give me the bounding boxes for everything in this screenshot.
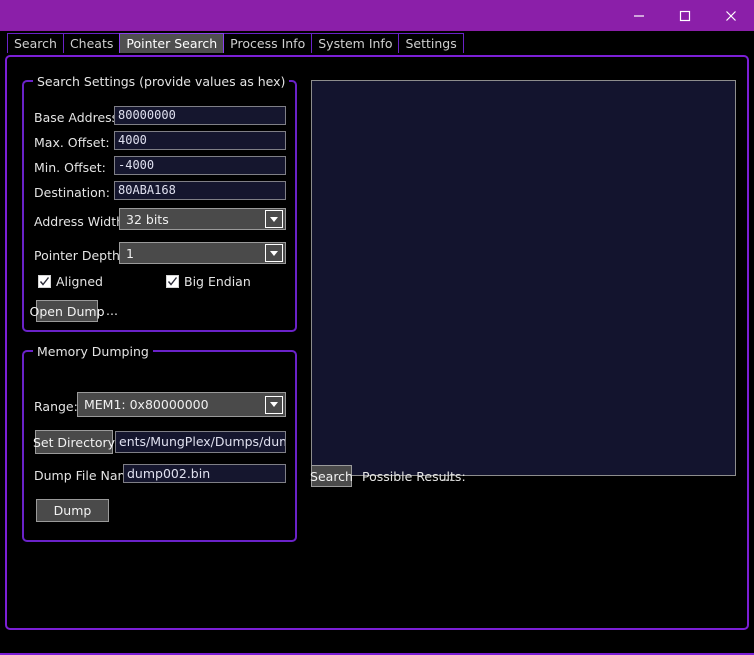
chevron-down-icon[interactable] bbox=[265, 210, 283, 228]
chevron-down-icon[interactable] bbox=[265, 395, 283, 414]
possible-results-value: ... bbox=[441, 469, 453, 484]
directory-path-input[interactable]: ents/MungPlex/Dumps/dump002.bin bbox=[115, 431, 286, 453]
aligned-label: Aligned bbox=[56, 274, 103, 289]
open-dump-button[interactable]: Open Dump bbox=[29, 300, 105, 322]
checkmark-icon bbox=[38, 275, 51, 288]
memory-dumping-group: Memory Dumping Range: MEM1: 0x80000000 S… bbox=[22, 344, 297, 542]
title-bar-drag-region[interactable] bbox=[0, 0, 616, 31]
tab-bar: Search Cheats Pointer Search Process Inf… bbox=[0, 31, 754, 53]
address-width-label: Address Width: bbox=[34, 214, 129, 229]
address-width-dropdown[interactable]: 32 bits bbox=[119, 208, 286, 230]
base-address-label: Base Address: bbox=[34, 110, 123, 125]
max-offset-label: Max. Offset: bbox=[34, 135, 110, 150]
pointer-search-panel: Search Settings (provide values as hex) … bbox=[5, 55, 749, 630]
search-settings-title: Search Settings (provide values as hex) bbox=[33, 74, 290, 89]
aligned-checkbox[interactable]: Aligned bbox=[38, 274, 103, 289]
close-icon[interactable] bbox=[708, 0, 754, 31]
open-dump-path: ... bbox=[106, 303, 118, 318]
search-button[interactable]: Search bbox=[310, 465, 353, 487]
dump-button[interactable]: Dump bbox=[36, 499, 109, 522]
big-endian-label: Big Endian bbox=[184, 274, 251, 289]
range-dropdown[interactable]: MEM1: 0x80000000 bbox=[77, 392, 286, 417]
max-offset-input[interactable]: 4000 bbox=[114, 131, 286, 150]
big-endian-checkbox[interactable]: Big Endian bbox=[166, 274, 251, 289]
base-address-input[interactable]: 80000000 bbox=[114, 106, 286, 125]
maximize-icon[interactable] bbox=[662, 0, 708, 31]
pointer-depth-dropdown[interactable]: 1 bbox=[119, 242, 286, 264]
memory-dumping-title: Memory Dumping bbox=[33, 344, 153, 359]
chevron-down-icon[interactable] bbox=[265, 244, 283, 262]
address-width-value: 32 bits bbox=[126, 211, 169, 227]
min-offset-input[interactable]: -4000 bbox=[114, 156, 286, 175]
dump-file-name-input[interactable]: dump002.bin bbox=[123, 464, 286, 483]
range-label: Range: bbox=[34, 399, 78, 414]
tab-settings[interactable]: Settings bbox=[398, 33, 464, 53]
tab-process-info[interactable]: Process Info bbox=[223, 33, 313, 53]
title-bar bbox=[0, 0, 754, 31]
destination-label: Destination: bbox=[34, 185, 110, 200]
search-settings-group: Search Settings (provide values as hex) … bbox=[22, 74, 297, 332]
minimize-icon[interactable] bbox=[616, 0, 662, 31]
range-value: MEM1: 0x80000000 bbox=[84, 397, 209, 412]
results-output-panel[interactable] bbox=[311, 80, 736, 476]
set-directory-button[interactable]: Set Directory bbox=[33, 430, 115, 454]
checkmark-icon bbox=[166, 275, 179, 288]
pointer-depth-label: Pointer Depth: bbox=[34, 248, 125, 263]
tab-pointer-search[interactable]: Pointer Search bbox=[119, 33, 225, 53]
min-offset-label: Min. Offset: bbox=[34, 160, 106, 175]
pointer-depth-value: 1 bbox=[126, 245, 134, 261]
tab-search[interactable]: Search bbox=[7, 33, 64, 53]
tab-cheats[interactable]: Cheats bbox=[62, 33, 121, 53]
destination-input[interactable]: 80ABA168 bbox=[114, 181, 286, 200]
tab-system-info[interactable]: System Info bbox=[311, 33, 400, 53]
